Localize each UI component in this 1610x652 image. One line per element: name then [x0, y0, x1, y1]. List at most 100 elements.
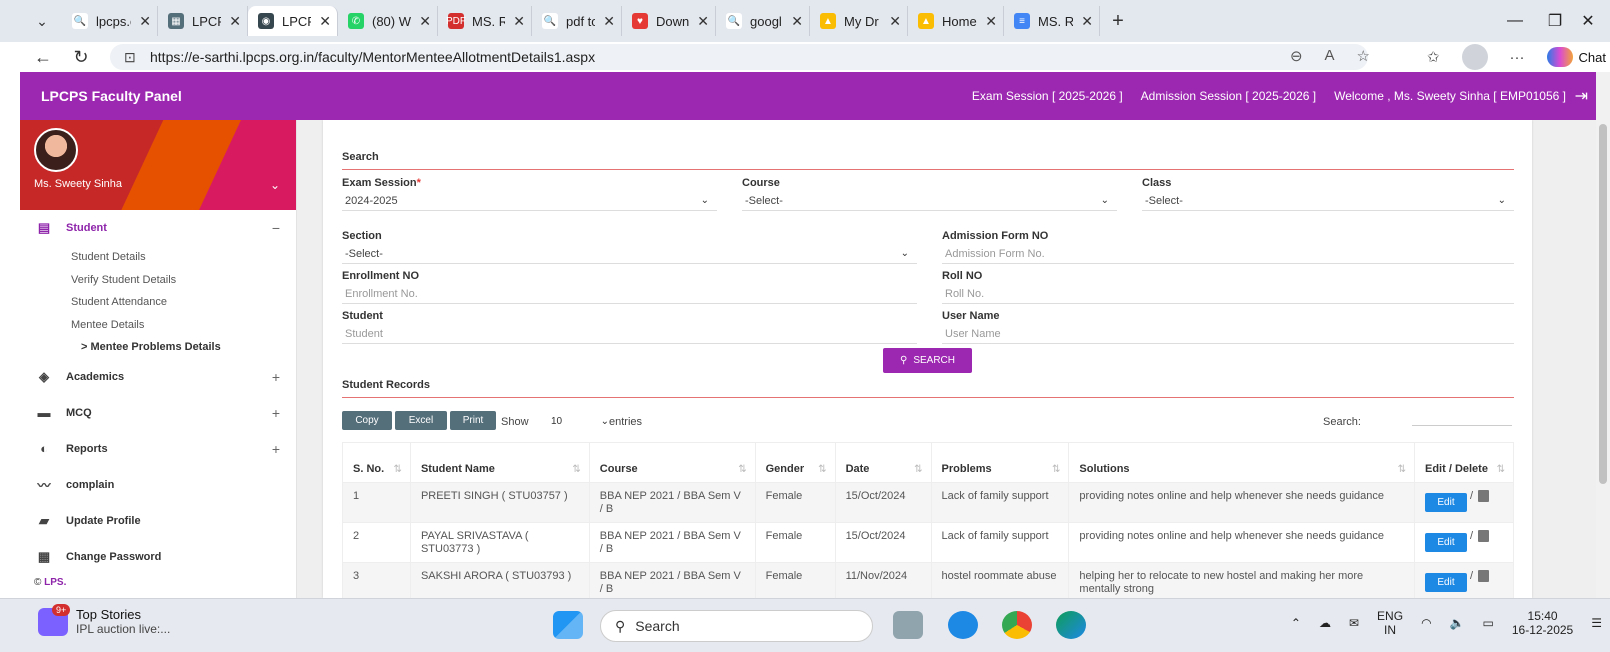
read-aloud-icon[interactable]: A — [1325, 47, 1335, 65]
start-icon[interactable] — [553, 611, 583, 639]
expand-icon[interactable]: + — [272, 405, 280, 421]
exam-session-select[interactable]: 2024-2025 ⌄ — [342, 191, 717, 211]
wifi-icon[interactable]: ◠ — [1421, 616, 1431, 630]
tab-close-icon[interactable]: ✕ — [603, 13, 615, 30]
logout-icon[interactable]: ⇥ — [1575, 86, 1588, 106]
sidebar-item-update-profile[interactable]: ▰ Update Profile — [20, 503, 296, 539]
class-select[interactable]: -Select- ⌄ — [1142, 191, 1514, 211]
student-input[interactable]: Student — [342, 324, 917, 344]
column-header[interactable]: Gender ⇅ — [754, 442, 836, 483]
profile-icon[interactable] — [1461, 44, 1488, 70]
browser-tab[interactable]: 🔍 pdf to ✕ — [532, 6, 622, 36]
zoom-icon[interactable]: ⊖ — [1290, 47, 1303, 65]
refresh-icon[interactable]: ↻ — [66, 47, 96, 68]
submenu-item[interactable]: Student Attendance — [71, 291, 296, 314]
roll-no-input[interactable]: Roll No. — [942, 284, 1514, 304]
print-button[interactable]: Print — [450, 411, 496, 430]
browser-tab[interactable]: ◉ LPCPS ✕ — [248, 6, 338, 36]
more-menu-icon[interactable]: ··· — [1510, 49, 1525, 66]
tab-close-icon[interactable]: ✕ — [139, 13, 151, 30]
tab-close-icon[interactable]: ✕ — [1081, 13, 1093, 30]
course-select[interactable]: -Select- ⌄ — [742, 191, 1117, 211]
back-icon[interactable]: ← — [28, 47, 58, 68]
chevron-up-icon[interactable]: ⌃ — [1291, 616, 1301, 630]
tab-close-icon[interactable]: ✕ — [419, 13, 431, 30]
browser-tab[interactable]: PDF MS. R. ✕ — [438, 6, 532, 36]
sidebar-item-complain[interactable]: 〰 complain — [20, 467, 296, 503]
tab-close-icon[interactable]: ✕ — [229, 13, 241, 30]
trash-icon[interactable] — [1478, 570, 1490, 582]
submenu-item[interactable]: > Mentee Problems Details — [71, 336, 296, 359]
tab-close-icon[interactable]: ✕ — [513, 13, 525, 30]
table-search-input[interactable] — [1412, 425, 1512, 426]
tab-close-icon[interactable]: ✕ — [697, 13, 709, 30]
browser-tab[interactable]: ♥ Downl ✕ — [622, 6, 716, 36]
browser-tab[interactable]: 🔍 googl ✕ — [716, 6, 810, 36]
section-select[interactable]: -Select- ⌄ — [342, 244, 917, 264]
sidebar-item-change-password[interactable]: ▦ Change Password — [20, 539, 296, 575]
excel-button[interactable]: Excel — [395, 411, 447, 430]
edge-icon[interactable] — [1056, 611, 1086, 639]
task-view-icon[interactable] — [893, 611, 923, 639]
column-header[interactable]: Student Name ⇅ — [409, 442, 590, 483]
collapse-icon[interactable]: − — [272, 220, 280, 236]
column-header[interactable]: Problems ⇅ — [930, 442, 1070, 483]
column-header[interactable]: Course ⇅ — [588, 442, 756, 483]
submenu-item[interactable]: Mentee Details — [71, 314, 296, 337]
favorites-icon[interactable]: ✩ — [1427, 48, 1440, 66]
sidebar-item-student[interactable]: ▤ Student − — [20, 210, 296, 246]
enrollment-input[interactable]: Enrollment No. — [342, 284, 917, 304]
notifications-icon[interactable]: ☰ — [1591, 616, 1602, 630]
tab-list-chevron-icon[interactable]: ⌄ — [22, 6, 62, 36]
sidebar-item-academics[interactable]: ◈ Academics + — [20, 359, 296, 395]
site-info-icon[interactable]: ⊡ — [124, 49, 140, 66]
news-widget[interactable]: 9+ Top Stories IPL auction live:... — [38, 603, 170, 636]
browser-tab[interactable]: ✆ (80) W ✕ — [338, 6, 438, 36]
browser-tab[interactable]: ≡ MS. R. ✕ — [1004, 6, 1100, 36]
sidebar-item-mcq[interactable]: ▬ MCQ + — [20, 395, 296, 431]
trash-icon[interactable] — [1478, 490, 1490, 502]
column-header[interactable]: S. No. ⇅ — [342, 442, 411, 483]
tab-close-icon[interactable]: ✕ — [985, 13, 997, 30]
expand-icon[interactable]: + — [272, 441, 280, 457]
battery-icon[interactable]: ▭ — [1483, 616, 1494, 630]
column-header[interactable]: Date ⇅ — [834, 442, 932, 483]
column-header[interactable]: Solutions ⇅ — [1068, 442, 1415, 483]
copy-button[interactable]: Copy — [342, 411, 392, 430]
sidebar-item-reports[interactable]: ◐ Reports + — [20, 431, 296, 467]
search-button[interactable]: ⚲ SEARCH — [883, 348, 972, 373]
tab-close-icon[interactable]: ✕ — [319, 13, 331, 30]
column-header[interactable]: Edit / Delete ⇅ — [1414, 442, 1514, 483]
new-tab-button[interactable]: + — [1100, 10, 1136, 33]
volume-icon[interactable]: 🔈 — [1450, 616, 1465, 630]
submenu-item[interactable]: Verify Student Details — [71, 269, 296, 292]
page-scrollbar[interactable] — [1596, 72, 1610, 598]
edit-button[interactable]: Edit — [1425, 493, 1467, 512]
favorite-star-icon[interactable]: ☆ — [1357, 47, 1370, 65]
browser-tab[interactable]: ▲ My Dr ✕ — [810, 6, 908, 36]
help-icon[interactable] — [948, 611, 978, 639]
network-drive-icon[interactable]: ☁ — [1319, 616, 1331, 630]
profile-chevron-down-icon[interactable]: ⌄ — [270, 178, 280, 192]
browser-tab[interactable]: 🔍 lpcps.c ✕ — [62, 6, 158, 36]
url-field[interactable]: ⊡ https://e-sarthi.lpcps.org.in/faculty/… — [110, 44, 1368, 70]
browser-tab[interactable]: ▲ Home ✕ — [908, 6, 1004, 36]
close-window-icon[interactable]: ✕ — [1566, 0, 1610, 42]
edit-button[interactable]: Edit — [1425, 533, 1467, 552]
edit-button[interactable]: Edit — [1425, 573, 1467, 592]
browser-tab[interactable]: ▦ LPCPS ✕ — [158, 6, 248, 36]
expand-icon[interactable]: + — [272, 369, 280, 385]
submenu-item[interactable]: Student Details — [71, 246, 296, 269]
trash-icon[interactable] — [1478, 530, 1490, 542]
scrollbar-thumb[interactable] — [1599, 124, 1607, 484]
copilot-button[interactable]: Chat — [1546, 47, 1606, 67]
tab-close-icon[interactable]: ✕ — [791, 13, 803, 30]
language-indicator[interactable]: ENG IN — [1377, 609, 1403, 637]
admission-form-input[interactable]: Admission Form No. — [942, 244, 1514, 264]
entries-select[interactable]: 10 ⌄ — [545, 412, 613, 430]
clock[interactable]: 15:40 16-12-2025 — [1512, 609, 1573, 637]
chrome-icon[interactable] — [1002, 611, 1032, 639]
username-input[interactable]: User Name — [942, 324, 1514, 344]
mail-icon[interactable]: ✉ — [1349, 616, 1359, 630]
taskbar-search[interactable]: ⚲ Search — [600, 610, 873, 642]
